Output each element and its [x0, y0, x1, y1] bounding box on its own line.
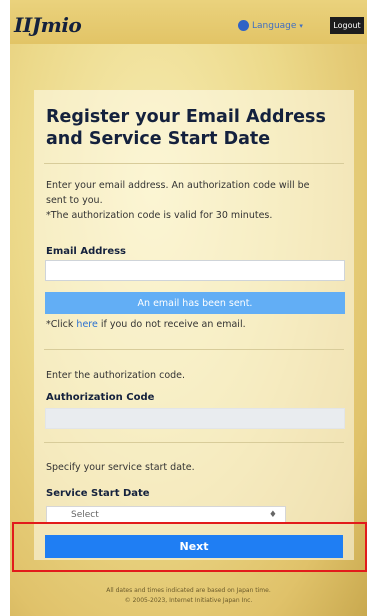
globe-icon: [238, 20, 249, 31]
email-sent-button[interactable]: An email has been sent.: [45, 292, 345, 314]
resend-suffix: if you do not receive an email.: [97, 319, 246, 330]
intro-line-3: *The authorization code is valid for 30 …: [46, 210, 273, 221]
section-divider-2: [44, 442, 344, 443]
start-date-instruction: Specify your service start date.: [46, 462, 195, 473]
auth-code-field[interactable]: [45, 408, 345, 429]
intro-line-1: Enter your email address. An authorizati…: [46, 180, 310, 191]
resend-prefix: *Click: [46, 319, 77, 330]
email-field[interactable]: [45, 260, 345, 281]
select-value: Select: [71, 510, 99, 520]
section-divider-1: [44, 349, 344, 350]
iijmio-logo: IIJmio: [14, 13, 82, 37]
footer: All dates and times indicated are based …: [10, 586, 367, 606]
footer-copyright: © 2005-2023, Internet Initiative Japan I…: [124, 597, 253, 604]
page-title: Register your Email Address and Service …: [46, 107, 326, 149]
start-date-label: Service Start Date: [46, 488, 150, 499]
next-highlight-frame: [12, 522, 367, 572]
registration-card: Register your Email Address and Service …: [34, 90, 354, 560]
top-bar: IIJmio Language ▾ Logout: [10, 0, 367, 44]
language-label: Language: [252, 20, 297, 31]
chevron-down-icon: ▾: [299, 21, 303, 30]
title-divider: [44, 163, 344, 164]
auth-instruction: Enter the authorization code.: [46, 370, 186, 381]
select-caret-icon: ♦: [268, 510, 277, 520]
footer-timezone-note: All dates and times indicated are based …: [106, 587, 271, 594]
logout-button[interactable]: Logout: [330, 17, 364, 34]
resend-link[interactable]: here: [76, 319, 97, 330]
email-instructions: Enter your email address. An authorizati…: [46, 178, 346, 223]
resend-note: *Click here if you do not receive an ema…: [46, 319, 246, 330]
email-label: Email Address: [46, 246, 127, 257]
language-selector[interactable]: Language ▾: [238, 20, 303, 31]
auth-code-label: Authorization Code: [46, 392, 155, 403]
intro-line-2: sent to you.: [46, 195, 103, 206]
